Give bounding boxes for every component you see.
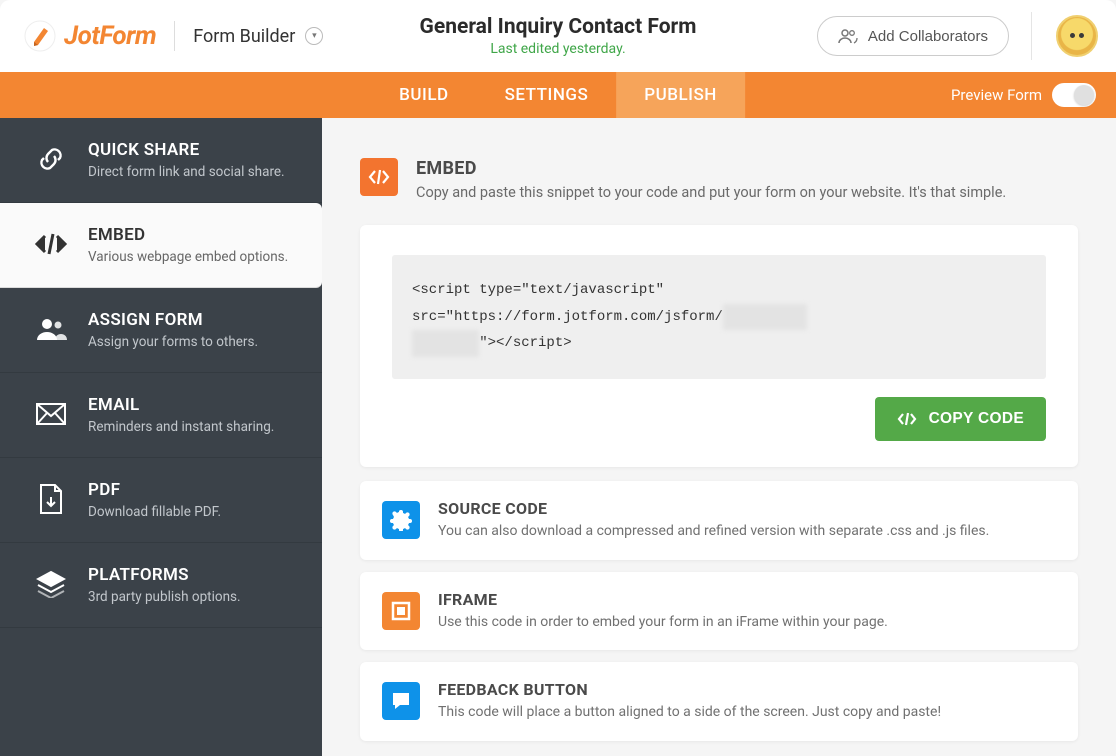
sidebar-item-assign-form[interactable]: ASSIGN FORM Assign your forms to others.	[0, 288, 322, 373]
separator	[174, 21, 175, 51]
embed-desc: Copy and paste this snippet to your code…	[416, 183, 1006, 203]
layers-icon	[34, 567, 68, 601]
embed-card: <script type="text/javascript" src="http…	[360, 225, 1078, 467]
chat-icon	[382, 682, 420, 720]
tab-build[interactable]: BUILD	[371, 72, 476, 118]
last-edited: Last edited yesterday.	[420, 41, 697, 57]
main-content: EMBED Copy and paste this snippet to you…	[322, 118, 1116, 756]
preview-form-label: Preview Form	[951, 86, 1042, 104]
sidebar-item-quick-share[interactable]: QUICK SHARE Direct form link and social …	[0, 118, 322, 203]
page-title-block: General Inquiry Contact Form Last edited…	[420, 15, 697, 57]
option-desc: This code will place a button aligned to…	[438, 703, 941, 723]
add-collaborators-label: Add Collaborators	[868, 28, 988, 45]
code-icon	[897, 412, 917, 426]
top-bar: JotForm Form Builder ▾ General Inquiry C…	[0, 0, 1116, 72]
code-icon	[360, 158, 398, 196]
chevron-down-icon: ▾	[305, 27, 323, 45]
logo[interactable]: JotForm	[24, 20, 156, 52]
form-builder-dropdown[interactable]: Form Builder ▾	[193, 26, 323, 47]
form-builder-label: Form Builder	[193, 26, 295, 47]
option-title: IFRAME	[438, 590, 888, 609]
main-nav: BUILD SETTINGS PUBLISH Preview Form	[0, 72, 1116, 118]
sidebar-item-label: EMAIL	[88, 395, 274, 415]
sidebar-item-label: EMBED	[88, 225, 288, 245]
frame-icon	[382, 592, 420, 630]
sidebar-item-desc: Direct form link and social share.	[88, 164, 285, 180]
people-icon	[838, 28, 858, 44]
sidebar-item-embed[interactable]: EMBED Various webpage embed options.	[0, 203, 322, 288]
tab-publish[interactable]: PUBLISH	[616, 72, 745, 118]
sidebar-item-label: ASSIGN FORM	[88, 310, 258, 330]
link-icon	[34, 142, 68, 176]
gear-icon	[382, 501, 420, 539]
redacted-id: xxxxxxxx	[412, 330, 479, 357]
add-collaborators-button[interactable]: Add Collaborators	[817, 16, 1009, 56]
sidebar-item-desc: Assign your forms to others.	[88, 334, 258, 350]
option-desc: Use this code in order to embed your for…	[438, 613, 888, 633]
sidebar-item-pdf[interactable]: PDF Download fillable PDF.	[0, 458, 322, 543]
sidebar-item-platforms[interactable]: PLATFORMS 3rd party publish options.	[0, 543, 322, 628]
sidebar-item-email[interactable]: EMAIL Reminders and instant sharing.	[0, 373, 322, 458]
sidebar-item-label: PDF	[88, 480, 221, 500]
tab-settings[interactable]: SETTINGS	[477, 72, 617, 118]
embed-header: EMBED Copy and paste this snippet to you…	[360, 158, 1078, 203]
pencil-icon	[24, 20, 56, 52]
sidebar-item-desc: 3rd party publish options.	[88, 589, 241, 605]
sidebar-item-desc: Download fillable PDF.	[88, 504, 221, 520]
option-title: FEEDBACK BUTTON	[438, 680, 941, 699]
embed-title: EMBED	[416, 158, 1006, 179]
sidebar-item-desc: Reminders and instant sharing.	[88, 419, 274, 435]
logo-text: JotForm	[64, 21, 156, 51]
option-iframe[interactable]: IFRAME Use this code in order to embed y…	[360, 572, 1078, 651]
code-icon	[34, 227, 68, 261]
code-snippet[interactable]: <script type="text/javascript" src="http…	[392, 255, 1046, 379]
separator	[1031, 12, 1032, 60]
copy-code-button[interactable]: COPY CODE	[875, 397, 1046, 441]
option-source-code[interactable]: SOURCE CODE You can also download a comp…	[360, 481, 1078, 560]
file-icon	[34, 482, 68, 516]
avatar[interactable]	[1056, 15, 1098, 57]
option-desc: You can also download a compressed and r…	[438, 522, 989, 542]
sidebar-item-label: PLATFORMS	[88, 565, 241, 585]
sidebar: QUICK SHARE Direct form link and social …	[0, 118, 322, 756]
option-feedback-button[interactable]: FEEDBACK BUTTON This code will place a b…	[360, 662, 1078, 741]
copy-code-label: COPY CODE	[929, 410, 1024, 428]
mail-icon	[34, 397, 68, 431]
sidebar-item-desc: Various webpage embed options.	[88, 249, 288, 265]
form-title: General Inquiry Contact Form	[420, 15, 697, 39]
people-icon	[34, 312, 68, 346]
sidebar-item-label: QUICK SHARE	[88, 140, 285, 160]
redacted-id: xxxxxxxxxx	[723, 304, 807, 331]
preview-toggle[interactable]	[1052, 83, 1096, 107]
option-title: SOURCE CODE	[438, 499, 989, 518]
